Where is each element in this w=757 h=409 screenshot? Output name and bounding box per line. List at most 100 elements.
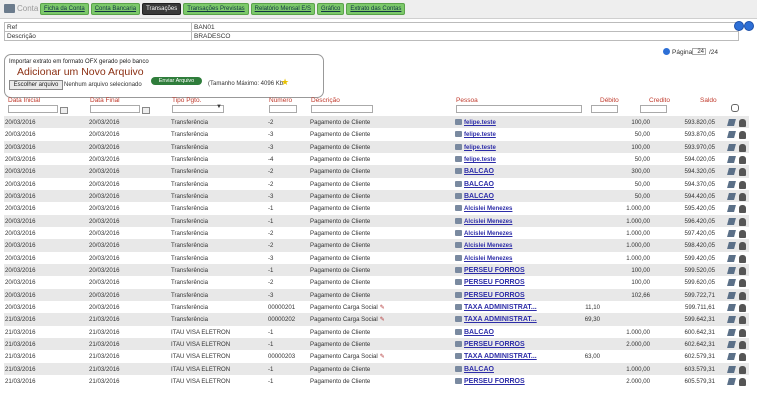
edit-icon[interactable] xyxy=(727,119,736,126)
table-row[interactable]: 20/03/2016 20/03/2016 Transferência -1 Pagam… xyxy=(4,202,749,214)
cell-pessoa[interactable]: BALCAO xyxy=(455,192,494,200)
person-link[interactable]: felipe.teste xyxy=(464,156,496,163)
calendar-icon[interactable] xyxy=(142,107,150,114)
user-icon[interactable] xyxy=(739,242,746,251)
cell-pessoa[interactable]: PERSEU FORROS xyxy=(455,291,525,299)
cell-pessoa[interactable]: Alcislei Menezes xyxy=(455,254,512,262)
person-link[interactable]: Alcislei Menezes xyxy=(464,230,512,237)
person-link[interactable]: TAXA ADMINISTRAT... xyxy=(464,316,537,323)
filter-numero[interactable] xyxy=(269,105,297,113)
person-link[interactable]: BALCAO xyxy=(464,366,494,373)
cell-pessoa[interactable]: TAXA ADMINISTRAT... xyxy=(455,303,537,311)
tab-conta-bancaria[interactable]: Conta Bancaria xyxy=(90,3,141,15)
col-header-numero[interactable]: Número xyxy=(269,97,292,104)
table-row[interactable]: 20/03/2016 20/03/2016 Transferência 0000020… xyxy=(4,301,749,313)
user-icon[interactable] xyxy=(739,192,746,201)
filter-debito[interactable] xyxy=(591,105,618,113)
edit-icon[interactable] xyxy=(727,377,736,385)
tab-relatorio-mensal[interactable]: Relatório Mensal E/S xyxy=(250,3,316,15)
user-icon[interactable] xyxy=(739,266,746,275)
user-icon[interactable] xyxy=(739,155,746,164)
select-all-checkbox[interactable] xyxy=(731,104,739,112)
person-link[interactable]: Alcislei Menezes xyxy=(464,242,512,249)
table-row[interactable]: 20/03/2016 20/03/2016 Transferência -3 Pagam… xyxy=(4,252,749,264)
person-link[interactable]: BALCAO xyxy=(464,181,494,188)
edit-icon[interactable] xyxy=(727,155,736,163)
edit-icon[interactable] xyxy=(727,242,736,250)
user-icon[interactable] xyxy=(739,328,746,337)
tab-grafico[interactable]: Gráfico xyxy=(317,3,345,15)
filter-credito[interactable] xyxy=(640,105,667,113)
person-link[interactable]: Alcislei Menezes xyxy=(464,218,512,225)
user-icon[interactable] xyxy=(739,143,746,152)
user-icon[interactable] xyxy=(739,340,746,349)
user-icon[interactable] xyxy=(739,353,746,362)
table-row[interactable]: 20/03/2016 20/03/2016 Transferência -1 Pagam… xyxy=(4,263,749,277)
cell-pessoa[interactable]: felipe.teste xyxy=(455,143,496,151)
tab-ficha-da-conta[interactable]: Ficha da Conta xyxy=(40,3,89,15)
cell-pessoa[interactable]: PERSEU FORROS xyxy=(455,377,525,385)
table-row[interactable]: 20/03/2016 20/03/2016 Transferência -3 Pagam… xyxy=(4,140,749,153)
edit-icon[interactable] xyxy=(727,143,736,151)
user-icon[interactable] xyxy=(739,316,746,325)
edit-icon[interactable] xyxy=(727,131,736,139)
col-header-tipo[interactable]: Tipo Pgto. xyxy=(172,97,201,104)
cell-pessoa[interactable]: TAXA ADMINISTRAT... xyxy=(455,316,537,323)
person-link[interactable]: felipe.teste xyxy=(464,131,496,138)
edit-icon[interactable] xyxy=(727,168,736,176)
table-row[interactable]: 20/03/2016 20/03/2016 Transferência -3 Pagam… xyxy=(4,128,749,140)
next-record-icon[interactable] xyxy=(744,21,754,31)
cell-pessoa[interactable]: PERSEU FORROS xyxy=(455,340,525,348)
person-link[interactable]: felipe.teste xyxy=(464,119,496,126)
user-icon[interactable] xyxy=(739,131,746,140)
edit-icon[interactable] xyxy=(727,266,736,274)
col-header-descricao[interactable]: Descrição xyxy=(311,97,340,104)
col-header-credito[interactable]: Credito xyxy=(649,97,670,104)
person-link[interactable]: PERSEU FORROS xyxy=(464,378,525,385)
edit-icon[interactable] xyxy=(727,217,736,225)
send-file-button[interactable]: Enviar Arquivo xyxy=(151,77,202,85)
table-row[interactable]: 20/03/2016 20/03/2016 Transferência -3 Pagam… xyxy=(4,189,749,203)
edit-icon[interactable] xyxy=(727,205,736,213)
person-link[interactable]: PERSEU FORROS xyxy=(464,292,525,299)
edit-icon[interactable] xyxy=(727,353,736,361)
user-icon[interactable] xyxy=(739,303,746,312)
calendar-icon[interactable] xyxy=(60,107,68,114)
edit-icon[interactable] xyxy=(727,180,736,188)
filter-data-final[interactable] xyxy=(90,105,140,113)
cell-pessoa[interactable]: BALCAO xyxy=(455,168,494,175)
user-icon[interactable] xyxy=(739,254,746,263)
person-link[interactable]: PERSEU FORROS xyxy=(464,279,525,286)
table-row[interactable]: 20/03/2016 20/03/2016 Transferência -1 Pagam… xyxy=(4,214,749,227)
table-row[interactable]: 20/03/2016 20/03/2016 Transferência -2 Pagam… xyxy=(4,227,749,239)
person-link[interactable]: TAXA ADMINISTRAT... xyxy=(464,304,537,311)
user-icon[interactable] xyxy=(739,119,746,127)
edit-icon[interactable] xyxy=(727,291,736,299)
user-icon[interactable] xyxy=(739,377,746,386)
user-icon[interactable] xyxy=(739,279,746,288)
cell-pessoa[interactable]: Alcislei Menezes xyxy=(455,242,512,249)
edit-icon[interactable] xyxy=(727,328,736,336)
cell-pessoa[interactable]: BALCAO xyxy=(455,180,494,188)
person-link[interactable]: PERSEU FORROS xyxy=(464,267,525,274)
choose-file-button[interactable]: Escolher arquivo xyxy=(9,80,63,90)
user-icon[interactable] xyxy=(739,365,746,374)
filter-descricao[interactable] xyxy=(311,105,373,113)
page-number-input[interactable]: 24 xyxy=(692,48,706,55)
edit-icon[interactable] xyxy=(727,340,736,348)
cell-pessoa[interactable]: PERSEU FORROS xyxy=(455,266,525,274)
table-row[interactable]: 21/03/2016 21/03/2016 Transferência 0000020… xyxy=(4,313,749,326)
cell-pessoa[interactable]: BALCAO xyxy=(455,365,494,373)
person-link[interactable]: PERSEU FORROS xyxy=(464,341,525,348)
table-row[interactable]: 21/03/2016 21/03/2016 ITAU VISA ELETRON -1 P… xyxy=(4,362,749,375)
table-row[interactable]: 21/03/2016 21/03/2016 ITAU VISA ELETRON -1 P… xyxy=(4,375,749,387)
person-link[interactable]: BALCAO xyxy=(464,193,494,200)
table-row[interactable]: 20/03/2016 20/03/2016 Transferência -2 Pagam… xyxy=(4,165,749,178)
edit-icon[interactable] xyxy=(727,303,736,311)
person-link[interactable]: BALCAO xyxy=(464,168,494,175)
filter-data-inicial[interactable] xyxy=(8,105,58,113)
col-header-debito[interactable]: Débito xyxy=(600,97,619,104)
cell-pessoa[interactable]: TAXA ADMINISTRAT... xyxy=(455,353,537,360)
filter-pessoa[interactable] xyxy=(456,105,582,113)
prev-record-icon[interactable] xyxy=(734,21,744,31)
